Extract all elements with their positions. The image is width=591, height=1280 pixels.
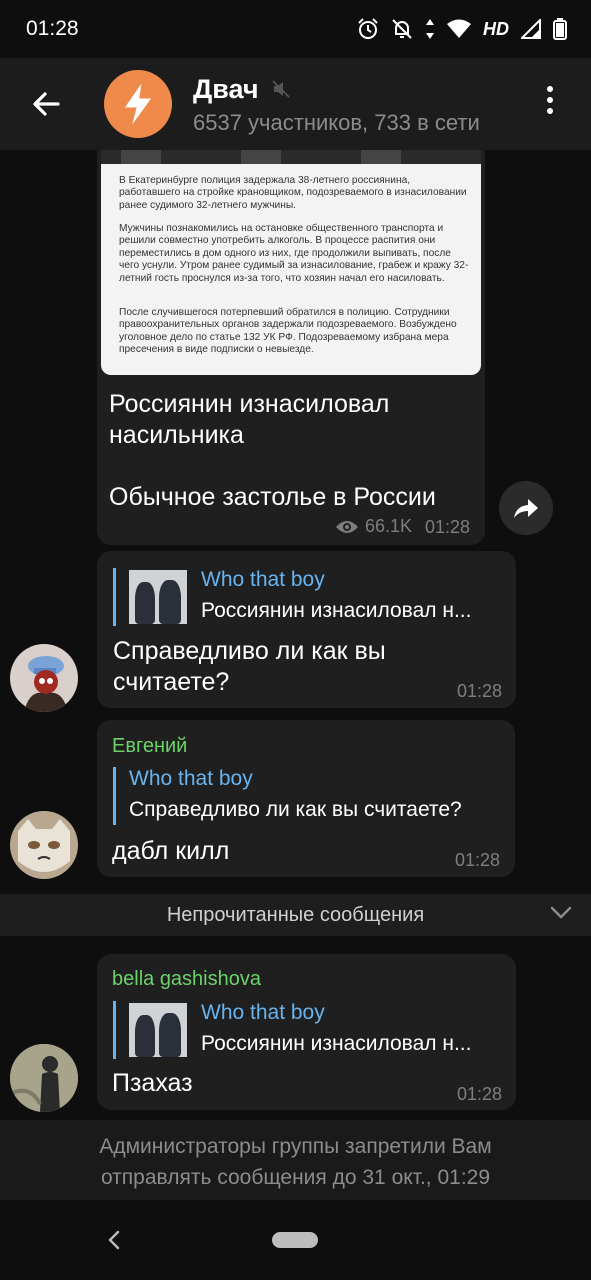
avatar-image [24,656,68,712]
status-icons: HD [357,16,567,42]
restriction-line: Администраторы группы запретили Вам [99,1135,492,1158]
reply-thumbnail [129,1003,187,1057]
reply-author: Who that boy [129,767,253,790]
status-time: 01:28 [26,17,79,40]
network-type-label: HD [483,18,509,39]
post-text-line: Россиянин изнасиловал [109,390,390,418]
message-list[interactable]: В Екатеринбурге полиция задержала 38-лет… [0,150,591,1120]
system-nav-bar [0,1200,591,1280]
user-avatar[interactable] [10,644,78,712]
members-count: 6537 участников, 733 в сети [193,110,480,135]
image-paragraph-1: В Екатеринбурге полиция задержала 38-лет… [119,175,467,211]
message-text: считаете? [113,668,230,696]
image-photo-strip [101,150,481,164]
home-pill[interactable] [272,1232,318,1248]
views-count: 66.1K [365,516,413,536]
chevron-down-icon[interactable] [550,906,572,920]
unread-divider: Непрочитанные сообщения [0,894,591,936]
nav-back-icon[interactable] [106,1230,122,1250]
reply-quote[interactable]: Who that boy Россиянин изнасиловал н... [113,1001,508,1059]
reply-thumbnail [129,570,187,624]
message-time: 01:28 [457,681,503,701]
image-paragraph-2: Мужчины познакомились на остановке общес… [119,223,469,284]
wifi-icon [447,19,471,38]
message-text: Справедливо ли как вы [113,637,386,665]
reply-text: Россиянин изнасиловал н... [201,1032,472,1055]
back-arrow-icon[interactable] [26,84,66,124]
post-text-line: насильника [109,421,244,449]
channel-avatar[interactable] [104,70,172,138]
message-time: 01:28 [457,1084,503,1104]
battery-icon [553,18,567,40]
reply-bar [113,568,116,626]
more-menu-icon[interactable] [540,86,560,122]
data-arrows-icon [426,19,434,39]
reply-bar [113,767,116,825]
sender-name[interactable]: bella gashishova [112,968,261,991]
user-avatar[interactable] [10,1044,78,1112]
sender-name[interactable]: Евгений [112,735,187,758]
chat-header: Двач 6537 участников, 733 в сети [0,58,591,150]
share-button[interactable] [499,481,553,535]
reply-text: Россиянин изнасиловал н... [201,599,472,622]
signal-icon [521,19,541,39]
message-time: 01:28 [455,850,501,870]
unread-label: Непрочитанные сообщения [166,904,425,926]
message-text: дабл килл [112,837,230,865]
alarm-icon [358,18,378,39]
reply-author: Who that boy [201,568,325,591]
status-bar: 01:28 HD [0,0,591,58]
reply-bar [113,1001,116,1059]
post-views: 66.1K [335,516,412,537]
avatar-image [10,1044,78,1112]
message-time: 01:28 [425,517,471,537]
post-text-line: Обычное застолье в России [109,483,436,511]
notifications-off-icon [392,19,412,39]
share-arrow-icon [514,499,538,518]
restriction-notice: Администраторы группы запретили Вам отпр… [0,1120,591,1200]
avatar-image [18,819,70,872]
message-text: Пзахаз [112,1069,193,1097]
reply-quote[interactable]: Who that boy Справедливо ли как вы счита… [113,767,508,825]
reply-quote[interactable]: Who that boy Россиянин изнасиловал н... [113,568,508,626]
image-paragraph-3: После случившегося потерпевший обратился… [119,307,457,356]
lightning-icon [123,81,153,128]
user-avatar[interactable] [10,811,78,879]
restriction-line: отправлять сообщения до 31 окт., 01:29 [100,1166,491,1189]
reply-author: Who that boy [201,1001,325,1024]
eye-icon [336,520,358,533]
chat-title[interactable]: Двач [193,74,259,105]
post-image[interactable]: В Екатеринбурге полиция задержала 38-лет… [101,150,481,375]
reply-text: Справедливо ли как вы считаете? [129,798,462,821]
muted-speaker-icon [272,80,290,98]
